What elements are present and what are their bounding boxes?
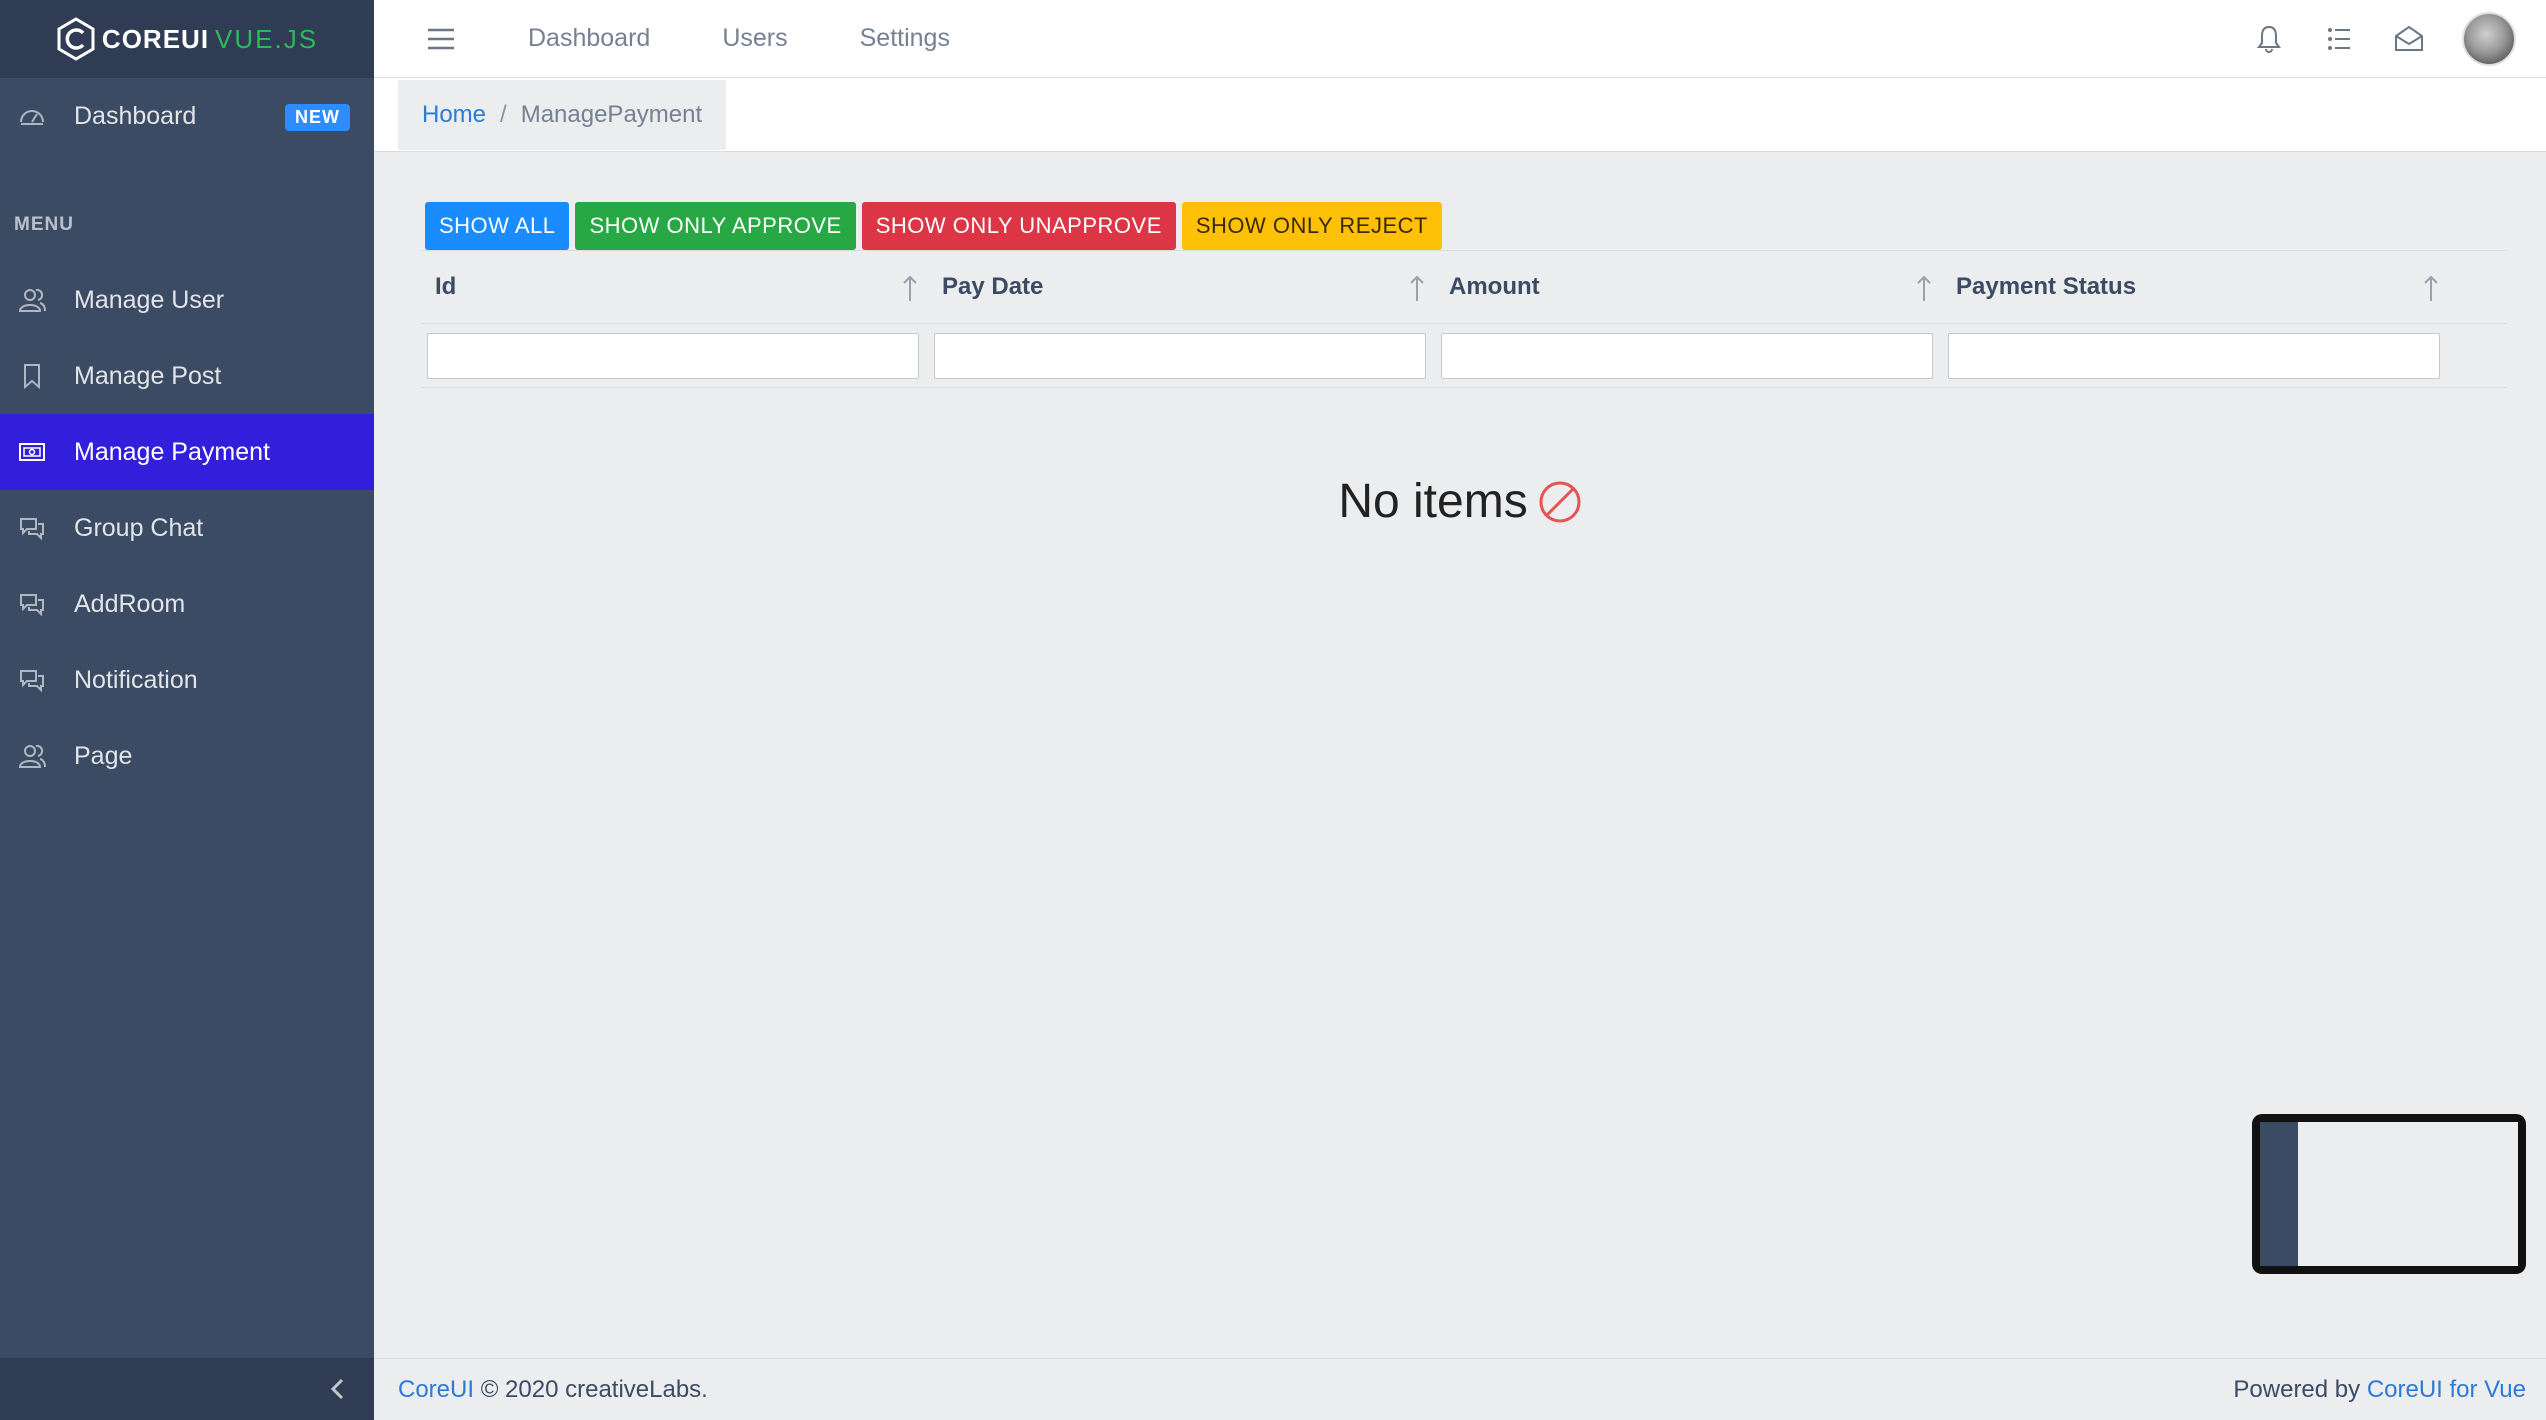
column-header-label: Pay Date	[942, 273, 1044, 300]
breadcrumb-current: ManagePayment	[520, 101, 703, 128]
sidebar-item-label: Group Chat	[74, 513, 204, 542]
sidebar-item-group-chat[interactable]: Group Chat	[0, 490, 374, 566]
header-link-settings[interactable]: Settings	[824, 24, 986, 53]
coreui-logo: COREUI VUE.JS	[56, 17, 318, 61]
footer-coreui-vue-link[interactable]: CoreUI for Vue	[2367, 1376, 2526, 1403]
sidebar-item-label: Dashboard	[74, 101, 197, 130]
sidebar-item-dashboard[interactable]: Dashboard NEW	[0, 78, 374, 154]
hamburger-icon	[428, 28, 454, 49]
screen-preview-thumbnail[interactable]	[2252, 1114, 2526, 1274]
filter-cell	[1942, 332, 2449, 379]
empty-state-text: No items	[1338, 475, 1528, 528]
amount-filter-input[interactable]	[1441, 332, 1933, 379]
column-header-id[interactable]: Id	[421, 251, 928, 323]
coreui-logo-icon	[57, 17, 95, 61]
show-all-button[interactable]: SHOW ALL	[425, 202, 570, 250]
table-header-row: Id Pay Date Amount Payment Status	[421, 250, 2507, 324]
footer: CoreUI © 2020 creativeLabs. Powered by C…	[374, 1358, 2546, 1420]
sidebar-item-manage-user[interactable]: Manage User	[0, 262, 374, 338]
sort-arrow-icon	[1410, 275, 1424, 301]
id-filter-input[interactable]	[427, 332, 919, 379]
payment-status-filter-input[interactable]	[1948, 332, 2440, 379]
footer-copyright: © 2020 creativeLabs.	[480, 1375, 708, 1403]
sidebar-item-manage-payment[interactable]: Manage Payment	[0, 414, 374, 490]
show-only-approve-button[interactable]: SHOW ONLY APPROVE	[575, 202, 856, 250]
column-header-pay-date[interactable]: Pay Date	[928, 251, 1435, 323]
sort-arrow-icon	[903, 275, 917, 301]
empty-state: No items	[374, 474, 2546, 529]
breadcrumb-separator: /	[500, 101, 507, 128]
sidebar-toggler[interactable]	[414, 19, 468, 59]
speedometer-icon	[20, 110, 44, 125]
sidebar-item-addroom[interactable]: AddRoom	[0, 566, 374, 642]
breadcrumb: Home / ManagePayment	[398, 80, 727, 150]
payment-icon	[19, 443, 45, 461]
ban-icon	[1539, 481, 1581, 522]
brand-core-text: COREUI	[101, 23, 210, 54]
bell-icon[interactable]	[2252, 22, 2286, 56]
show-only-reject-button[interactable]: SHOW ONLY REJECT	[1181, 202, 1442, 250]
chat-icon	[20, 670, 44, 693]
sort-arrow-icon	[1917, 275, 1931, 301]
filter-button-group: SHOW ALL SHOW ONLY APPROVE SHOW ONLY UNA…	[425, 202, 1442, 250]
filter-cell	[1435, 332, 1942, 379]
header: Dashboard Users Settings	[374, 0, 2546, 78]
column-header-label: Amount	[1449, 273, 1540, 300]
sidebar-item-label: Manage Post	[74, 361, 222, 390]
sidebar-item-page[interactable]: Page	[0, 718, 374, 794]
sidebar-item-label: Manage Payment	[74, 437, 270, 466]
breadcrumb-home-link[interactable]: Home	[422, 101, 486, 129]
filter-cell	[928, 332, 1435, 379]
user-icon	[18, 744, 46, 768]
footer-powered-by: Powered by	[2233, 1375, 2367, 1403]
user-icon	[18, 288, 46, 312]
thumbnail-screen	[2260, 1122, 2518, 1266]
footer-coreui-link[interactable]: CoreUI	[398, 1376, 481, 1403]
column-header-payment-status[interactable]: Payment Status	[1942, 251, 2449, 323]
brand[interactable]: COREUI VUE.JS	[0, 0, 374, 78]
header-link-dashboard[interactable]: Dashboard	[492, 24, 686, 53]
sidebar-item-label: Page	[74, 741, 133, 770]
header-nav: Dashboard Users Settings	[492, 24, 986, 53]
sidebar: COREUI VUE.JS Dashboard NEW MENU Manage …	[0, 0, 374, 1420]
menu-section-title: MENU	[14, 214, 74, 235]
list-icon[interactable]	[2322, 22, 2356, 56]
chevron-left-icon	[330, 1378, 344, 1400]
column-header-amount[interactable]: Amount	[1435, 251, 1942, 323]
sidebar-item-notification[interactable]: Notification	[0, 642, 374, 718]
column-filter-row	[421, 324, 2507, 388]
sidebar-minimizer[interactable]	[0, 1358, 374, 1420]
chat-icon	[20, 594, 44, 617]
column-header-label: Payment Status	[1956, 273, 2137, 300]
pay-date-filter-input[interactable]	[934, 332, 1426, 379]
sort-arrow-icon	[2424, 275, 2438, 301]
user-avatar[interactable]	[2462, 12, 2516, 66]
show-only-unapprove-button[interactable]: SHOW ONLY UNAPPROVE	[861, 202, 1176, 250]
sidebar-item-label: AddRoom	[74, 589, 186, 618]
footer-left: CoreUI © 2020 creativeLabs.	[398, 1376, 708, 1404]
filter-cell	[421, 332, 928, 379]
footer-right: Powered by CoreUI for Vue	[2233, 1376, 2526, 1404]
envelope-open-icon[interactable]	[2392, 22, 2426, 56]
subheader: Home / ManagePayment	[374, 78, 2546, 152]
payment-table: Id Pay Date Amount Payment Status	[421, 250, 2507, 388]
thumbnail-sidebar	[2260, 1122, 2298, 1266]
new-badge: NEW	[285, 104, 350, 131]
bookmark-icon	[24, 364, 40, 390]
header-actions	[2252, 0, 2516, 78]
main-content: SHOW ALL SHOW ONLY APPROVE SHOW ONLY UNA…	[374, 152, 2546, 1358]
chat-icon	[20, 518, 44, 541]
sidebar-item-label: Notification	[74, 665, 198, 694]
brand-vue-text: VUE.JS	[215, 23, 319, 54]
sidebar-item-manage-post[interactable]: Manage Post	[0, 338, 374, 414]
header-link-users[interactable]: Users	[686, 24, 823, 53]
sidebar-item-label: Manage User	[74, 285, 225, 314]
column-header-label: Id	[435, 273, 457, 300]
